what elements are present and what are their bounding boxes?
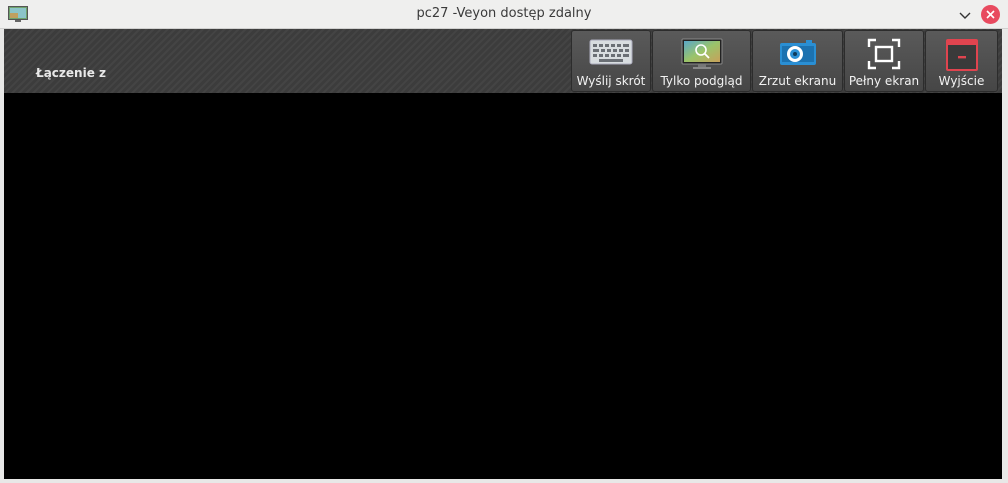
veyon-window: pc27 -Veyon dostęp zdalny Łączenie z Wyś… xyxy=(0,0,1008,483)
camera-icon xyxy=(778,38,818,72)
view-only-label: Tylko podgląd xyxy=(660,74,743,88)
exit-label: Wyjście xyxy=(938,74,985,88)
view-only-monitor-icon xyxy=(681,38,723,74)
screenshot-button[interactable]: Zrzut ekranu xyxy=(752,30,843,92)
close-icon xyxy=(986,10,995,19)
exit-button[interactable]: Wyjście xyxy=(925,30,998,92)
title-bar[interactable]: pc27 -Veyon dostęp zdalny xyxy=(0,0,1008,29)
view-only-button[interactable]: Tylko podgląd xyxy=(652,30,751,92)
window-title: pc27 -Veyon dostęp zdalny xyxy=(416,6,592,21)
fullscreen-icon xyxy=(867,38,901,74)
exit-window-icon xyxy=(945,38,979,76)
chevron-down-icon[interactable] xyxy=(956,6,974,24)
close-button[interactable] xyxy=(981,5,1000,24)
fullscreen-label: Pełny ekran xyxy=(848,74,920,88)
fullscreen-button[interactable]: Pełny ekran xyxy=(844,30,924,92)
send-shortcut-button[interactable]: Wyślij skrót xyxy=(571,30,651,92)
toolbar: Łączenie z Wyślij skrót Tylko podgląd Zr… xyxy=(4,29,1002,93)
keyboard-icon xyxy=(589,38,633,70)
screenshot-label: Zrzut ekranu xyxy=(758,74,837,88)
send-shortcut-label: Wyślij skrót xyxy=(576,74,646,88)
remote-screen[interactable] xyxy=(4,93,1002,479)
connection-status: Łączenie z xyxy=(36,66,106,80)
